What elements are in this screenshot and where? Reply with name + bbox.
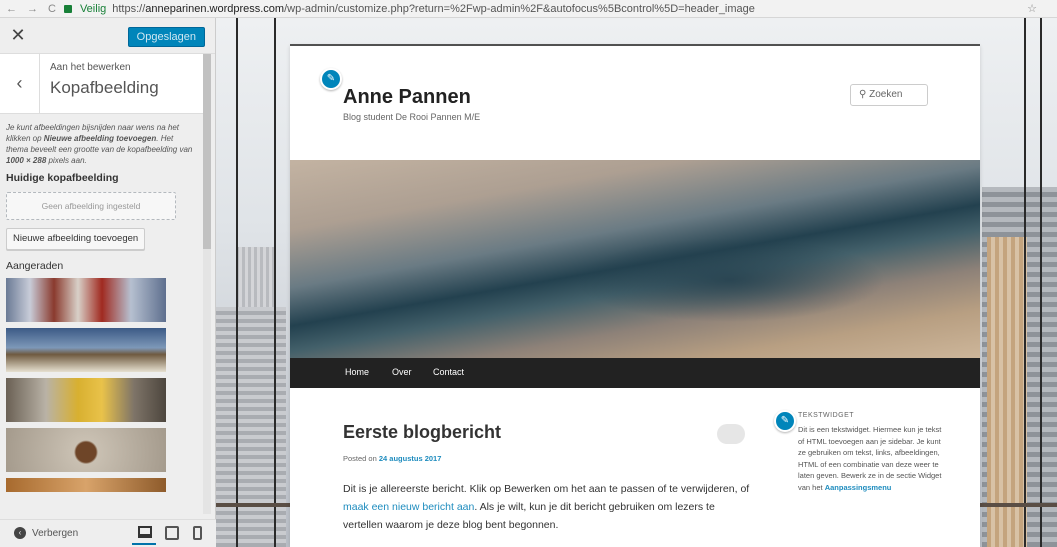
hide-controls-button[interactable]: ‹ Verbergen [14,527,78,539]
collapse-icon: ‹ [14,527,26,539]
background-building [987,237,1027,547]
url-host: anneparinen.wordpress.com [145,2,285,15]
comment-bubble-icon[interactable] [717,424,745,444]
search-placeholder: Zoeken [869,89,903,100]
edit-title-pencil-icon[interactable]: ✎ [320,68,342,90]
section-content: Je kunt afbeeldingen bijsnijden naar wen… [0,114,215,492]
section-header: ‹ Aan het bewerken Kopafbeelding [0,54,203,114]
site-title[interactable]: Anne Pannen [343,86,471,109]
new-post-link[interactable]: maak een nieuw bericht aan [343,501,474,513]
nav-link-home[interactable]: Home [345,367,369,377]
site-tagline: Blog student De Rooi Pannen M/E [343,112,481,122]
current-header-heading: Huidige kopafbeelding [6,172,119,184]
nav-link-contact[interactable]: Contact [433,367,464,377]
suggested-heading: Aangeraden [6,260,64,272]
forward-arrow-icon[interactable]: → [27,3,38,15]
post-meta: Posted on 24 augustus 2017 [343,454,442,463]
post-title[interactable]: Eerste blogbericht [343,422,501,443]
scrollbar-thumb[interactable] [203,54,211,249]
url-path: /wp-admin/customize.php?return=%2Fwp-adm… [284,2,755,15]
suggested-header-thumb[interactable] [6,378,166,422]
header-image [290,160,980,358]
security-label: Veilig [79,2,107,15]
customizer-header: ✕ Opgeslagen [0,18,215,54]
search-input[interactable]: ⚲ Zoeken [850,84,928,106]
widget-title: TEKSTWIDGET [798,412,855,419]
suggested-header-thumb[interactable] [6,278,166,322]
edit-widget-pencil-icon[interactable]: ✎ [774,410,796,432]
desktop-preview-icon[interactable] [138,526,152,538]
bookmark-star-icon[interactable]: ☆ [1027,2,1037,15]
panel-title: Kopafbeelding [50,78,159,97]
theme-page: ✎ Anne Pannen Blog student De Rooi Panne… [290,46,980,547]
suggested-header-thumb[interactable] [6,328,166,372]
reload-icon[interactable]: C [48,3,56,15]
breadcrumb: Aan het bewerken [50,62,131,73]
close-icon[interactable]: ✕ [6,24,30,48]
bridge-cable [1024,18,1026,547]
back-arrow-icon[interactable]: ← [6,3,17,15]
mobile-preview-icon[interactable] [193,526,202,540]
customizer-footer: ‹ Verbergen [0,519,216,547]
customizer-menu-link[interactable]: Aanpassingsmenu [825,483,892,492]
main-navigation: Home Over Contact [290,358,980,388]
post-body: Dit is je allereerste bericht. Klik op B… [343,483,750,531]
active-device-indicator [132,543,156,545]
bridge-cable [236,18,238,547]
nav-link-over[interactable]: Over [392,367,412,377]
header-image-description: Je kunt afbeeldingen bijsnijden naar wen… [6,123,193,165]
bridge-cable [1040,18,1042,547]
url-text[interactable]: https://anneparinen.wordpress.com/wp-adm… [112,3,755,15]
url-scheme: https:// [112,2,146,15]
browser-address-bar[interactable]: ← → C Veilig https://anneparinen.wordpre… [0,0,1057,18]
suggested-header-thumb[interactable] [6,428,166,472]
post-date-link[interactable]: 24 augustus 2017 [379,454,442,463]
suggested-header-thumb[interactable] [6,478,166,492]
sidebar-scrollbar[interactable] [203,54,211,514]
hide-label: Verbergen [32,527,79,539]
lock-icon [63,4,72,13]
no-image-placeholder[interactable]: Geen afbeelding ingesteld [6,192,176,220]
bridge-cable [274,18,276,547]
back-chevron-icon[interactable]: ‹ [0,54,40,114]
customizer-sidebar: ✕ Opgeslagen ‹ Aan het bewerken Kopafbee… [0,18,216,547]
tablet-preview-icon[interactable] [165,526,179,540]
saved-button[interactable]: Opgeslagen [127,27,205,47]
add-new-image-button[interactable]: Nieuwe afbeelding toevoegen [6,228,146,250]
browser-nav: ← → C [0,3,56,15]
widget-text: Dit is een tekstwidget. Hiermee kun je t… [798,425,942,492]
